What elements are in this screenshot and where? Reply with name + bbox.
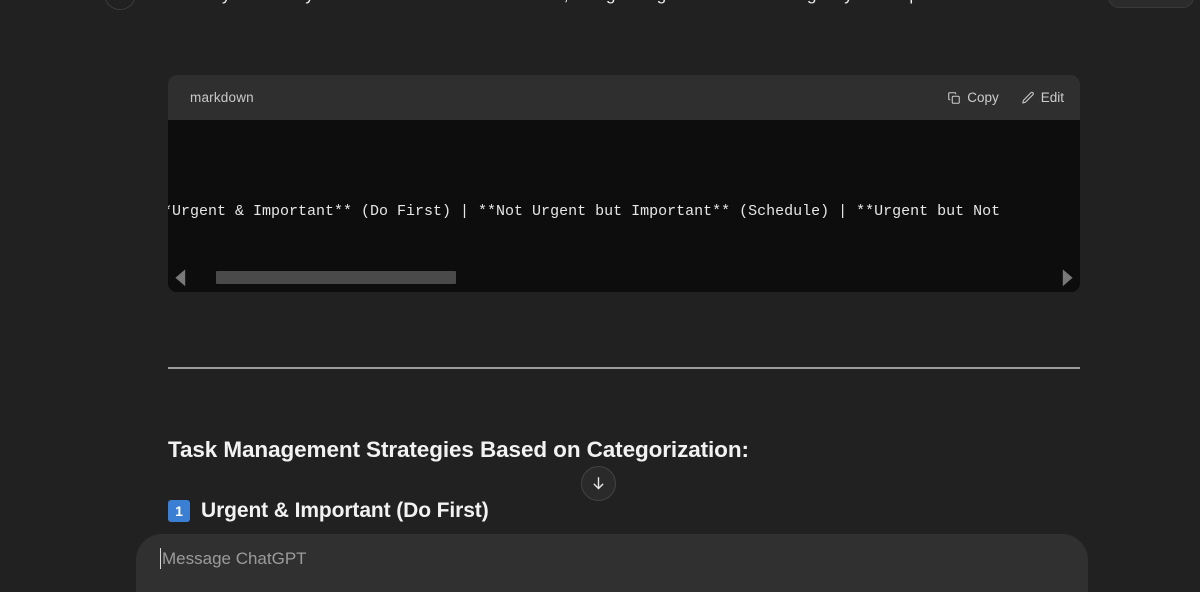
message-composer[interactable]: Message ChatGPT [136, 534, 1088, 592]
code-line: --------------------------------|-------… [168, 289, 1080, 292]
copy-button[interactable]: Copy [947, 90, 999, 105]
number-badge-icon: 1 [168, 500, 190, 522]
scroll-to-bottom-button[interactable] [581, 466, 616, 501]
chevron-right-icon[interactable] [1060, 269, 1074, 286]
chatgpt-conversation-view: Here's your Priority Matrix in markdown … [0, 0, 1200, 592]
scrollbar-track[interactable] [191, 271, 1057, 284]
chatgpt-logo-icon [104, 0, 136, 10]
page-title: Task Management Strategies Based on Cate… [168, 437, 749, 462]
arrow-down-icon [590, 475, 607, 492]
code-language-label: markdown [190, 90, 254, 105]
assistant-message: Here's your Priority Matrix in markdown … [168, 0, 1080, 11]
copy-icon [947, 91, 961, 105]
scrollbar-thumb[interactable] [216, 271, 456, 284]
code-horizontal-scrollbar[interactable] [168, 269, 1080, 286]
text-caret [160, 548, 161, 569]
intro-paragraph: Here's your Priority Matrix in markdown … [168, 0, 1048, 11]
code-block-header: markdown Copy Edit [168, 75, 1080, 120]
message-input-placeholder: Message ChatGPT [162, 548, 307, 568]
code-block: markdown Copy Edit *Urgent & Important**… [168, 75, 1080, 292]
chatgpt-logo-glyph [111, 0, 129, 3]
message-input-wrapper[interactable]: Message ChatGPT [160, 548, 307, 569]
edit-button[interactable]: Edit [1021, 90, 1064, 105]
subsection-heading-label: Urgent & Important (Do First) [201, 499, 489, 522]
section-divider [168, 367, 1080, 369]
code-line: *Urgent & Important** (Do First) | **Not… [168, 203, 1001, 221]
pencil-icon [1021, 91, 1035, 105]
code-block-body: *Urgent & Important** (Do First) | **Not… [168, 120, 1080, 292]
chevron-left-icon[interactable] [174, 269, 188, 286]
subsection-heading: 1 Urgent & Important (Do First) [168, 499, 489, 523]
top-right-pill[interactable] [1108, 0, 1194, 8]
edit-label: Edit [1040, 90, 1064, 105]
copy-label: Copy [967, 90, 999, 105]
